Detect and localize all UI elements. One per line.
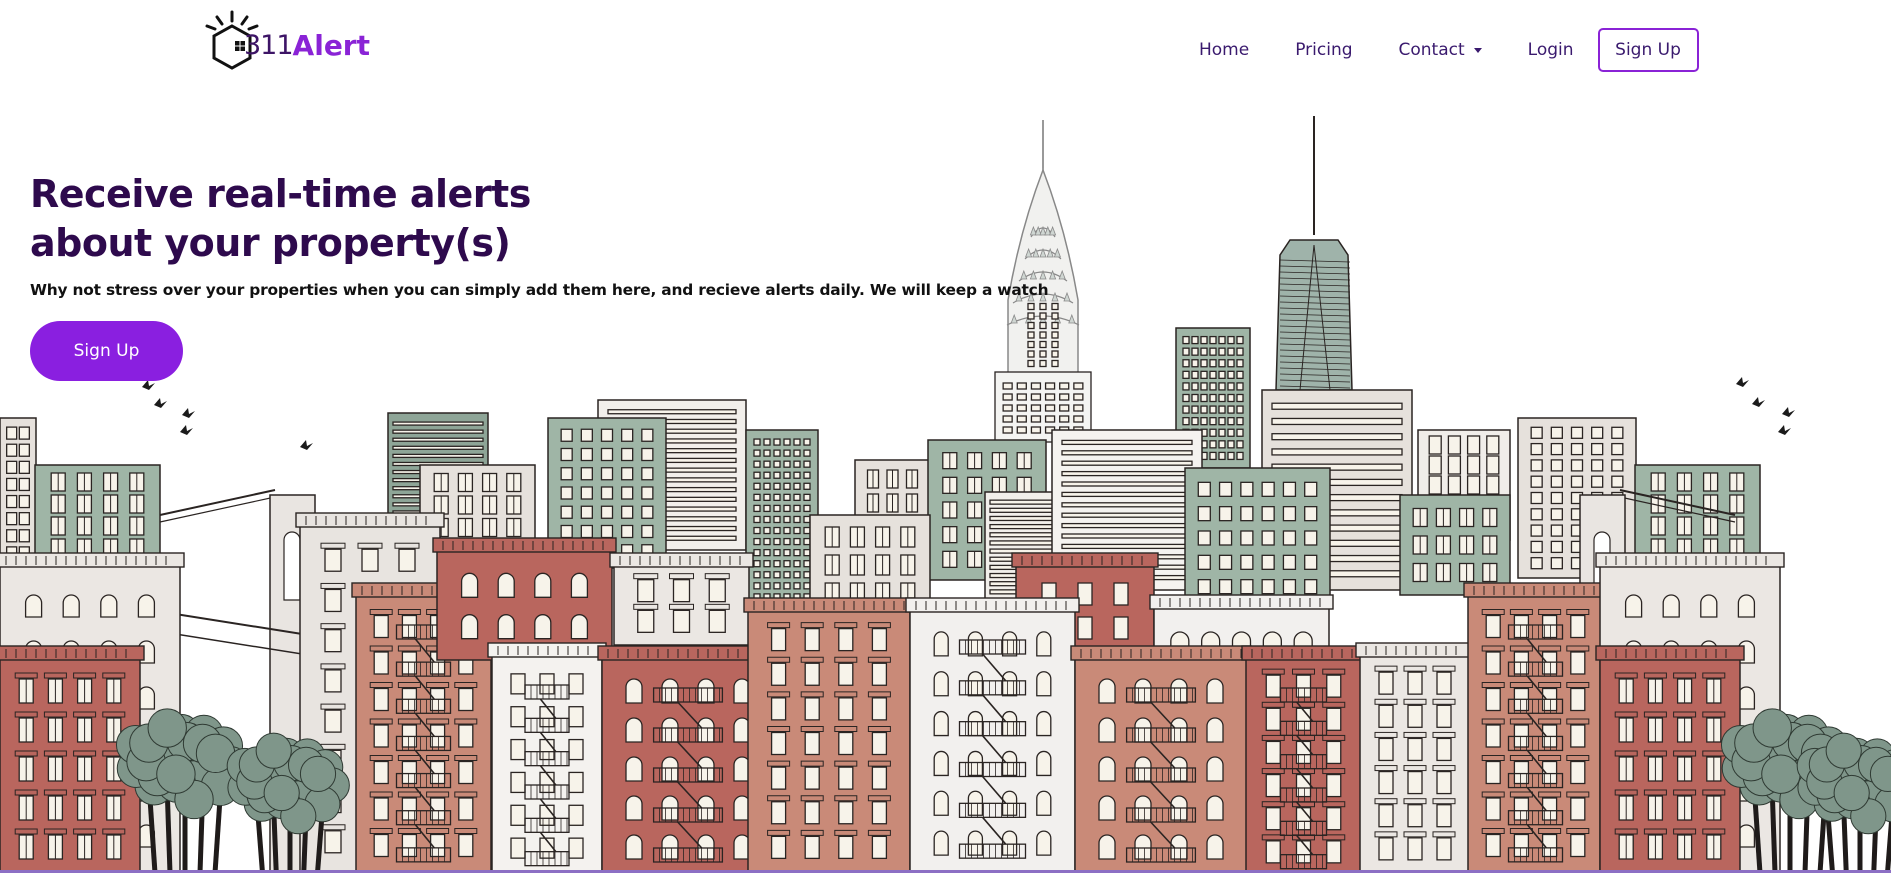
bird-icon: [1752, 397, 1765, 407]
brand-name: Alert: [292, 28, 370, 62]
sage-right-1: [1634, 464, 1761, 566]
brand-number: 311: [244, 29, 294, 61]
bird-icon: [1778, 425, 1791, 435]
nav-home-link[interactable]: Home: [1176, 26, 1272, 74]
rowhouse-white-1: [487, 642, 607, 873]
bird-icon: [142, 380, 155, 390]
one-world-trade-center: [1275, 116, 1353, 391]
sage-right-2: [1399, 494, 1511, 596]
brand-logo[interactable]: 311 Alert: [204, 10, 370, 72]
hero-title: Receive real-time alerts about your prop…: [30, 172, 531, 265]
city-skyline-illustration: [0, 116, 1891, 873]
rowhouse-terracotta-2: [743, 597, 915, 873]
bird-icon: [180, 425, 193, 435]
hero-signup-button[interactable]: Sign Up: [30, 321, 183, 381]
rowhouse-stone-3: [609, 552, 754, 646]
rowhouse-brick-right: [1595, 645, 1745, 873]
tower-left-grid: [0, 417, 37, 569]
tower-dense: [745, 429, 819, 621]
bird-icon: [182, 408, 195, 418]
bird-icon: [154, 398, 167, 408]
navbar: 311 Alert Home Pricing Contact Login Sig…: [0, 0, 1891, 100]
bird-icon: [1782, 407, 1795, 417]
bird-icon: [1736, 377, 1749, 387]
nav-menu: Home Pricing Contact Login Sign Up: [1176, 26, 1699, 74]
rowhouse-terracotta-4: [1463, 582, 1608, 873]
tree-right-2: [1796, 732, 1891, 873]
rowhouse-white-2: [905, 597, 1080, 873]
nav-pricing-link[interactable]: Pricing: [1272, 26, 1375, 74]
nav-contact-label: Contact: [1398, 40, 1465, 60]
rowhouse-brick-5: [1241, 645, 1366, 873]
rowhouse-brick-2: [432, 537, 617, 661]
rowhouse-terracotta-3: [1070, 645, 1252, 873]
nav-signup-button[interactable]: Sign Up: [1597, 28, 1699, 72]
bird-icon: [300, 440, 313, 450]
nav-contact-dropdown[interactable]: Contact: [1376, 26, 1505, 74]
nav-login-link[interactable]: Login: [1505, 26, 1597, 74]
midrise-sage-2: [1184, 467, 1331, 609]
caret-down-icon: [1473, 47, 1482, 53]
hero-subtitle: Why not stress over your properties when…: [30, 281, 1049, 299]
sage-left-1: [34, 464, 161, 566]
rowhouse-stone-4: [1355, 642, 1475, 873]
